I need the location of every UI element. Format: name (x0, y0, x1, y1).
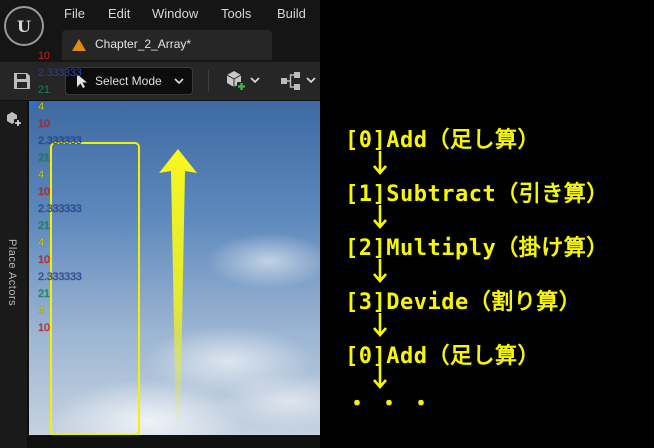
log-line: 4 (38, 169, 44, 181)
menu-build[interactable]: Build (277, 6, 306, 21)
viewport-focus-marker (29, 101, 35, 107)
log-line: 10 (38, 322, 50, 334)
place-actors-label: Place Actors (6, 239, 18, 307)
down-arrow-icon (373, 151, 387, 175)
log-line: 4 (38, 305, 44, 317)
down-arrow-icon (373, 313, 387, 337)
print-string-log: 10 2.333333 21 4 10 2.333333 21 4 10 2.333333 21 4 1… (38, 50, 82, 339)
unreal-editor-window: U File Edit Window Tools Build Chapter_2… (0, 0, 320, 448)
log-line: 10 (38, 254, 50, 266)
save-icon[interactable] (12, 71, 32, 91)
place-actors-panel-tab[interactable]: Place Actors (0, 101, 27, 448)
continuation-ellipsis: ・・・ (346, 392, 443, 417)
log-line: 10 (38, 186, 50, 198)
menu-edit[interactable]: Edit (108, 6, 130, 21)
log-line: 21 (38, 220, 50, 232)
menu-file[interactable]: File (64, 6, 85, 21)
place-actors-icon (7, 112, 22, 127)
chevron-down-icon (174, 78, 184, 85)
log-line: 21 (38, 152, 50, 164)
log-line: 21 (38, 288, 50, 300)
blueprint-icon[interactable] (278, 69, 320, 93)
log-line: 2.333333 (38, 135, 82, 147)
operation-order-annotation: [0]Add（足し算） [1]Subtract（引き算） [2]Multiply… (320, 0, 654, 448)
down-arrow-icon (373, 259, 387, 283)
log-line: 21 (38, 84, 50, 96)
log-line: 10 (38, 50, 50, 62)
log-line: 4 (38, 101, 44, 113)
add-actor-icon[interactable] (224, 69, 264, 93)
unreal-logo-icon[interactable]: U (4, 6, 44, 46)
status-bar (29, 435, 320, 448)
down-arrow-icon (373, 205, 387, 229)
select-mode-label: Select Mode (95, 74, 162, 88)
menu-window[interactable]: Window (152, 6, 198, 21)
log-line: 2.333333 (38, 203, 82, 215)
up-arrow-icon (159, 149, 197, 430)
select-mode-dropdown[interactable]: Select Mode (65, 67, 193, 95)
log-line: 10 (38, 118, 50, 130)
log-line: 4 (38, 237, 44, 249)
tab-chapter-2-array[interactable]: Chapter_2_Array* (62, 30, 272, 60)
toolbar-divider (208, 70, 209, 92)
log-line: 2.333333 (38, 67, 82, 79)
tab-label: Chapter_2_Array* (95, 37, 192, 51)
menu-tools[interactable]: Tools (221, 6, 251, 21)
log-line: 2.333333 (38, 271, 82, 283)
